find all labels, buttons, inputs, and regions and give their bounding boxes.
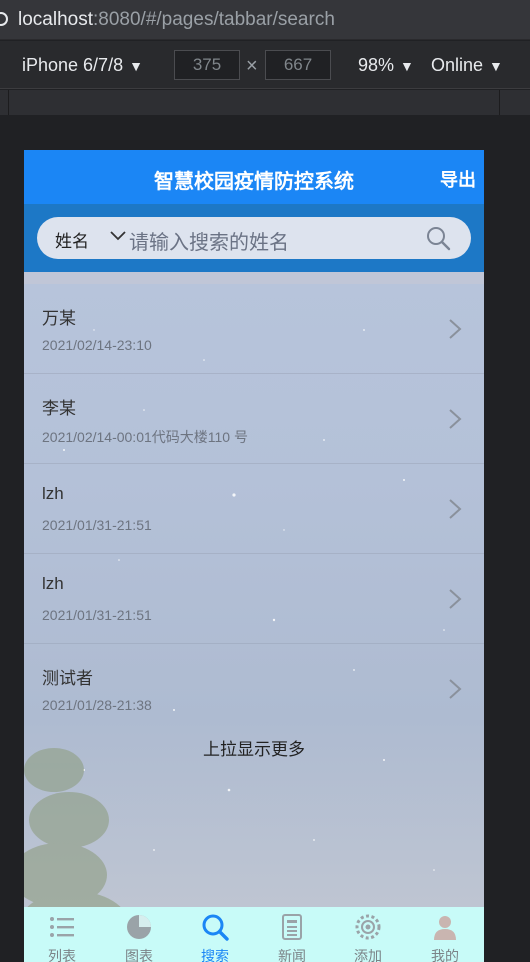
search-section: 姓名 请输入搜索的姓名 <box>24 204 484 272</box>
tab-label: 搜索 <box>201 948 229 962</box>
media-query-ruler[interactable] <box>0 90 530 115</box>
list-item[interactable]: 测试者 2021/01/28-21:38 <box>24 644 484 734</box>
record-name: 测试者 <box>42 669 93 688</box>
search-icon[interactable] <box>425 225 451 251</box>
app-header: 智慧校园疫情防控系统 导出 <box>24 150 484 204</box>
record-time: 2021/01/31-21:51 <box>42 607 152 623</box>
chevron-right-icon <box>449 679 462 699</box>
tab-label: 新闻 <box>278 948 306 962</box>
record-time: 2021/01/28-21:38 <box>42 697 152 713</box>
caret-down-icon: ▼ <box>489 58 503 74</box>
search-icon <box>202 914 229 941</box>
tab-news[interactable]: 新闻 <box>254 907 330 962</box>
app-title: 智慧校园疫情防控系统 <box>154 171 354 193</box>
address-bar[interactable]: localhost:8080/#/pages/tabbar/search <box>0 0 530 40</box>
ruler-segment <box>0 90 9 115</box>
caret-down-icon: ▼ <box>129 58 143 74</box>
list-item[interactable]: 万某 2021/02/14-23:10 <box>24 284 484 374</box>
device-toolbar: iPhone 6/7/8 ▼ 375 × 667 98% ▼ Online ▼ <box>0 41 530 89</box>
ruler-segment <box>500 90 530 115</box>
tab-label: 图表 <box>125 948 153 962</box>
list-item[interactable]: lzh 2021/01/31-21:51 <box>24 464 484 554</box>
device-select[interactable]: iPhone 6/7/8 ▼ <box>22 55 143 76</box>
times-icon: × <box>246 55 258 77</box>
record-time: 2021/02/14-00:01代码大楼110 号 <box>42 429 248 445</box>
search-field-select[interactable]: 姓名 <box>55 227 89 252</box>
add-gear-icon <box>355 914 381 940</box>
tab-label: 列表 <box>48 948 76 962</box>
search-bar: 姓名 请输入搜索的姓名 <box>37 217 471 259</box>
load-more-hint: 上拉显示更多 <box>203 740 305 759</box>
tab-label: 添加 <box>354 948 382 962</box>
chevron-right-icon <box>449 499 462 519</box>
record-name: 万某 <box>42 309 76 328</box>
record-time: 2021/02/14-23:10 <box>42 337 152 353</box>
chevron-right-icon <box>449 589 462 609</box>
tab-add[interactable]: 添加 <box>330 907 406 962</box>
chevron-right-icon <box>449 409 462 429</box>
caret-down-icon: ▼ <box>400 58 414 74</box>
tab-me[interactable]: 我的 <box>407 907 483 962</box>
list-item[interactable]: 李某 2021/02/14-00:01代码大楼110 号 <box>24 374 484 464</box>
pie-chart-icon <box>127 915 151 939</box>
tab-list[interactable]: 列表 <box>24 907 100 962</box>
export-button[interactable]: 导出 <box>440 166 476 192</box>
divider <box>24 272 484 284</box>
height-input[interactable]: 667 <box>265 50 331 80</box>
tab-search[interactable]: 搜索 <box>177 907 253 962</box>
ruler-segment <box>9 90 500 115</box>
list-icon <box>50 917 74 937</box>
chevron-down-icon[interactable] <box>109 226 127 244</box>
user-icon <box>434 916 456 940</box>
network-select[interactable]: Online ▼ <box>431 55 503 76</box>
record-name: lzh <box>42 574 64 593</box>
list-item[interactable]: lzh 2021/01/31-21:51 <box>24 554 484 644</box>
record-name: lzh <box>42 484 64 503</box>
phone-viewport: 智慧校园疫情防控系统 导出 姓名 请输入搜索的姓名 万某 2021/02/14-… <box>24 150 484 962</box>
news-icon <box>282 914 302 940</box>
zoom-select[interactable]: 98% ▼ <box>358 55 414 76</box>
tab-chart[interactable]: 图表 <box>101 907 177 962</box>
record-name: 李某 <box>42 399 76 418</box>
chevron-right-icon <box>449 319 462 339</box>
record-time: 2021/01/31-21:51 <box>42 517 152 533</box>
reload-icon[interactable] <box>0 12 8 26</box>
tab-label: 我的 <box>431 948 459 962</box>
url-text[interactable]: localhost:8080/#/pages/tabbar/search <box>18 9 335 31</box>
width-input[interactable]: 375 <box>174 50 240 80</box>
search-input[interactable]: 请输入搜索的姓名 <box>129 226 289 255</box>
tab-bar: 列表 图表 搜索 新闻 添加 我的 <box>24 907 484 962</box>
record-list: 万某 2021/02/14-23:10 李某 2021/02/14-00:01代… <box>24 284 484 734</box>
